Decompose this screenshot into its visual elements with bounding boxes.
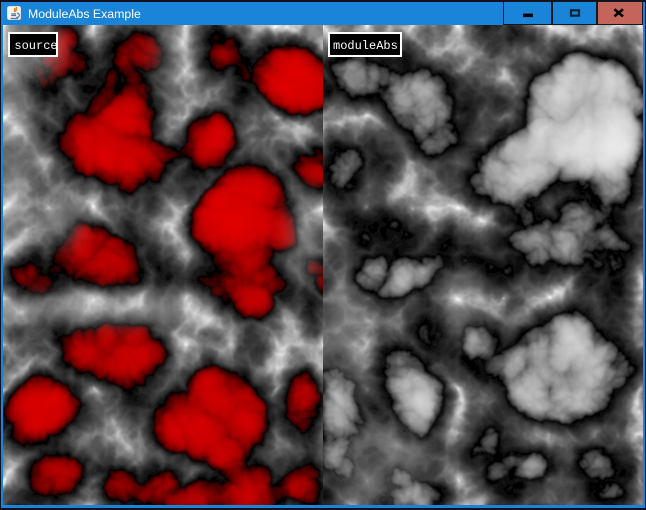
svg-text:moduleAbs: moduleAbs xyxy=(333,39,398,53)
svg-text:source: source xyxy=(14,39,57,53)
